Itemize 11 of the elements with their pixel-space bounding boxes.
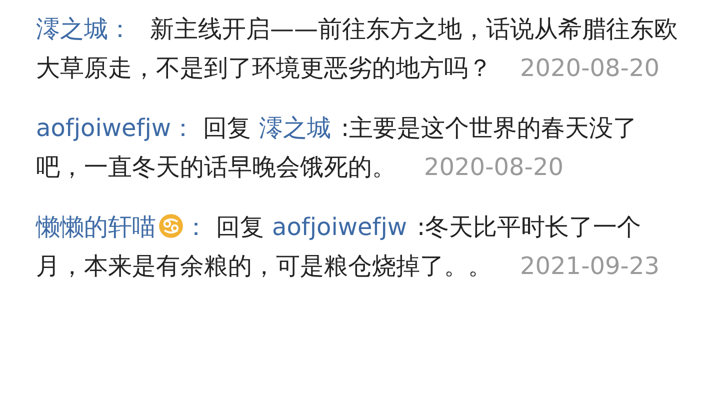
username-link[interactable]: 澪之城 xyxy=(36,15,108,43)
username-link[interactable]: 懒懒的轩喵 xyxy=(36,213,156,241)
username-link[interactable]: aofjoiwefjw xyxy=(36,114,171,142)
reply-target-link[interactable]: 澪之城 xyxy=(259,114,331,142)
comment-date: 2020-08-20 xyxy=(520,54,660,82)
comment-date: 2021-09-23 xyxy=(520,252,660,280)
comment-text: 懒懒的轩喵 ： 回复 aofjoiwefjw :冬天比平时长了一个月，本来是有余粮的，可是粮仓烧掉了。。 2021-09-23 xyxy=(36,212,660,282)
comment-text: 澪之城： 新主线开启——前往东方之地，话说从希腊往东欧大草原走，不是到了环境更恶劣的地方吗？ 2020-08-20 xyxy=(36,14,679,84)
comment-date: 2020-08-20 xyxy=(424,153,564,181)
reply-target-link[interactable]: aofjoiwefjw xyxy=(272,213,407,241)
comment-text: aofjoiwefjw： 回复 澪之城 :主要是这个世界的春天没了吧，一直冬天的话早晚会饿死的。 2020-08-20 xyxy=(36,113,638,183)
